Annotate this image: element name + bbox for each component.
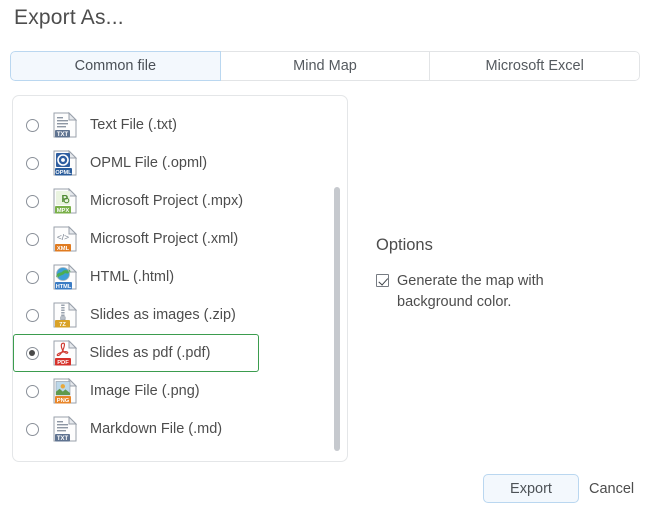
list-item-label: HTML (.html): [90, 269, 175, 285]
xml-file-icon: </> XML: [53, 226, 77, 252]
svg-text:XML: XML: [57, 246, 70, 252]
tab-microsoft-excel[interactable]: Microsoft Excel: [430, 51, 640, 81]
radio-button[interactable]: [26, 194, 39, 208]
list-item-label: Text File (.txt): [90, 117, 178, 133]
list-item-label: OPML File (.opml): [90, 155, 208, 171]
checkbox[interactable]: [376, 274, 389, 287]
page-title: Export As...: [14, 6, 124, 29]
list-item[interactable]: OPML OPML File (.opml): [13, 144, 347, 182]
radio-button[interactable]: [26, 118, 39, 132]
list-item-label: Microsoft Project (.mpx): [90, 193, 244, 209]
list-item-label: Microsoft Project (.xml): [90, 231, 239, 247]
radio-button[interactable]: [25, 346, 39, 360]
mpx-file-icon: P MPX: [53, 188, 77, 214]
svg-text:PDF: PDF: [57, 360, 69, 366]
tab-label: Common file: [74, 58, 157, 74]
radio-button[interactable]: [26, 156, 39, 170]
cancel-button[interactable]: Cancel: [589, 474, 634, 503]
svg-text:HTML: HTML: [56, 284, 72, 290]
export-format-tabbar: Common file Mind Map Microsoft Excel: [10, 51, 640, 81]
list-scrollbar[interactable]: [334, 106, 340, 451]
svg-text:MPX: MPX: [57, 208, 70, 214]
zip-file-icon: 7Z: [53, 302, 77, 328]
opml-file-icon: OPML: [53, 150, 77, 176]
file-type-list-panel: TXT Text File (.txt) OPML OPML File (.op…: [12, 95, 348, 462]
pdf-file-icon: PDF: [53, 340, 77, 366]
checkbox-label: Generate the map with background color.: [397, 273, 544, 310]
list-item[interactable]: TXT Text File (.txt): [13, 106, 347, 144]
radio-button[interactable]: [26, 270, 39, 284]
png-file-icon: PNG: [53, 378, 77, 404]
radio-button[interactable]: [26, 384, 39, 398]
list-item[interactable]: PNG Image File (.png): [13, 372, 347, 410]
svg-text:TXT: TXT: [57, 132, 69, 138]
list-item[interactable]: P MPX Microsoft Project (.mpx): [13, 182, 347, 220]
svg-text:7Z: 7Z: [59, 322, 66, 328]
svg-text:PNG: PNG: [57, 398, 70, 404]
list-item[interactable]: TXT Markdown File (.md): [13, 410, 347, 448]
tab-common-file[interactable]: Common file: [10, 51, 221, 81]
html-file-icon: HTML: [53, 264, 77, 290]
svg-text:OPML: OPML: [55, 170, 72, 176]
list-item-label: Image File (.png): [90, 383, 200, 399]
list-item-label: Slides as images (.zip): [90, 307, 236, 323]
svg-text:</>: </>: [57, 232, 69, 242]
scrollbar-thumb[interactable]: [334, 187, 340, 451]
list-item-label: Slides as pdf (.pdf): [89, 345, 211, 361]
list-item[interactable]: HTML HTML (.html): [13, 258, 347, 296]
markdown-file-icon: TXT: [53, 416, 77, 442]
export-button[interactable]: Export: [483, 474, 579, 503]
file-type-list: TXT Text File (.txt) OPML OPML File (.op…: [13, 96, 347, 461]
radio-button[interactable]: [26, 422, 39, 436]
list-item[interactable]: </> XML Microsoft Project (.xml): [13, 220, 347, 258]
options-heading: Options: [376, 236, 433, 254]
list-item-selected[interactable]: PDF Slides as pdf (.pdf): [13, 334, 259, 372]
list-item-label: Markdown File (.md): [90, 421, 223, 437]
radio-button[interactable]: [26, 308, 39, 322]
svg-text:TXT: TXT: [57, 436, 69, 442]
list-item[interactable]: 7Z Slides as images (.zip): [13, 296, 347, 334]
tab-label: Mind Map: [293, 58, 357, 74]
option-generate-map-background[interactable]: Generate the map with background color.: [376, 271, 596, 313]
tab-label: Microsoft Excel: [485, 58, 584, 74]
tab-mind-map[interactable]: Mind Map: [220, 51, 431, 81]
radio-button[interactable]: [26, 232, 39, 246]
txt-file-icon: TXT: [53, 112, 77, 138]
